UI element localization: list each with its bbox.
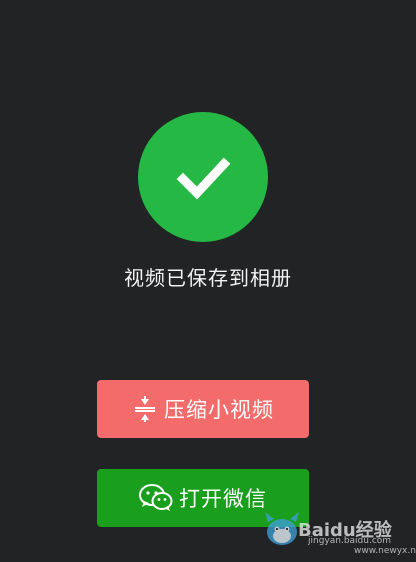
watermark-url-2: www.newyx.net xyxy=(354,546,416,556)
compress-video-label: 压缩小视频 xyxy=(164,398,274,422)
compress-video-button[interactable]: 压缩小视频 xyxy=(97,380,309,438)
wechat-icon xyxy=(139,484,173,512)
mascot-icon xyxy=(265,512,299,545)
checkmark-icon xyxy=(176,157,231,200)
open-wechat-label: 打开微信 xyxy=(179,487,267,511)
compress-icon xyxy=(132,396,158,422)
watermark-url-1: jingyan.baidu.com xyxy=(308,536,392,546)
saved-message: 视频已保存到相册 xyxy=(124,266,292,290)
watermark: Baidu经验 jingyan.baidu.com www.newyx.net xyxy=(262,500,416,558)
success-circle xyxy=(138,112,268,242)
